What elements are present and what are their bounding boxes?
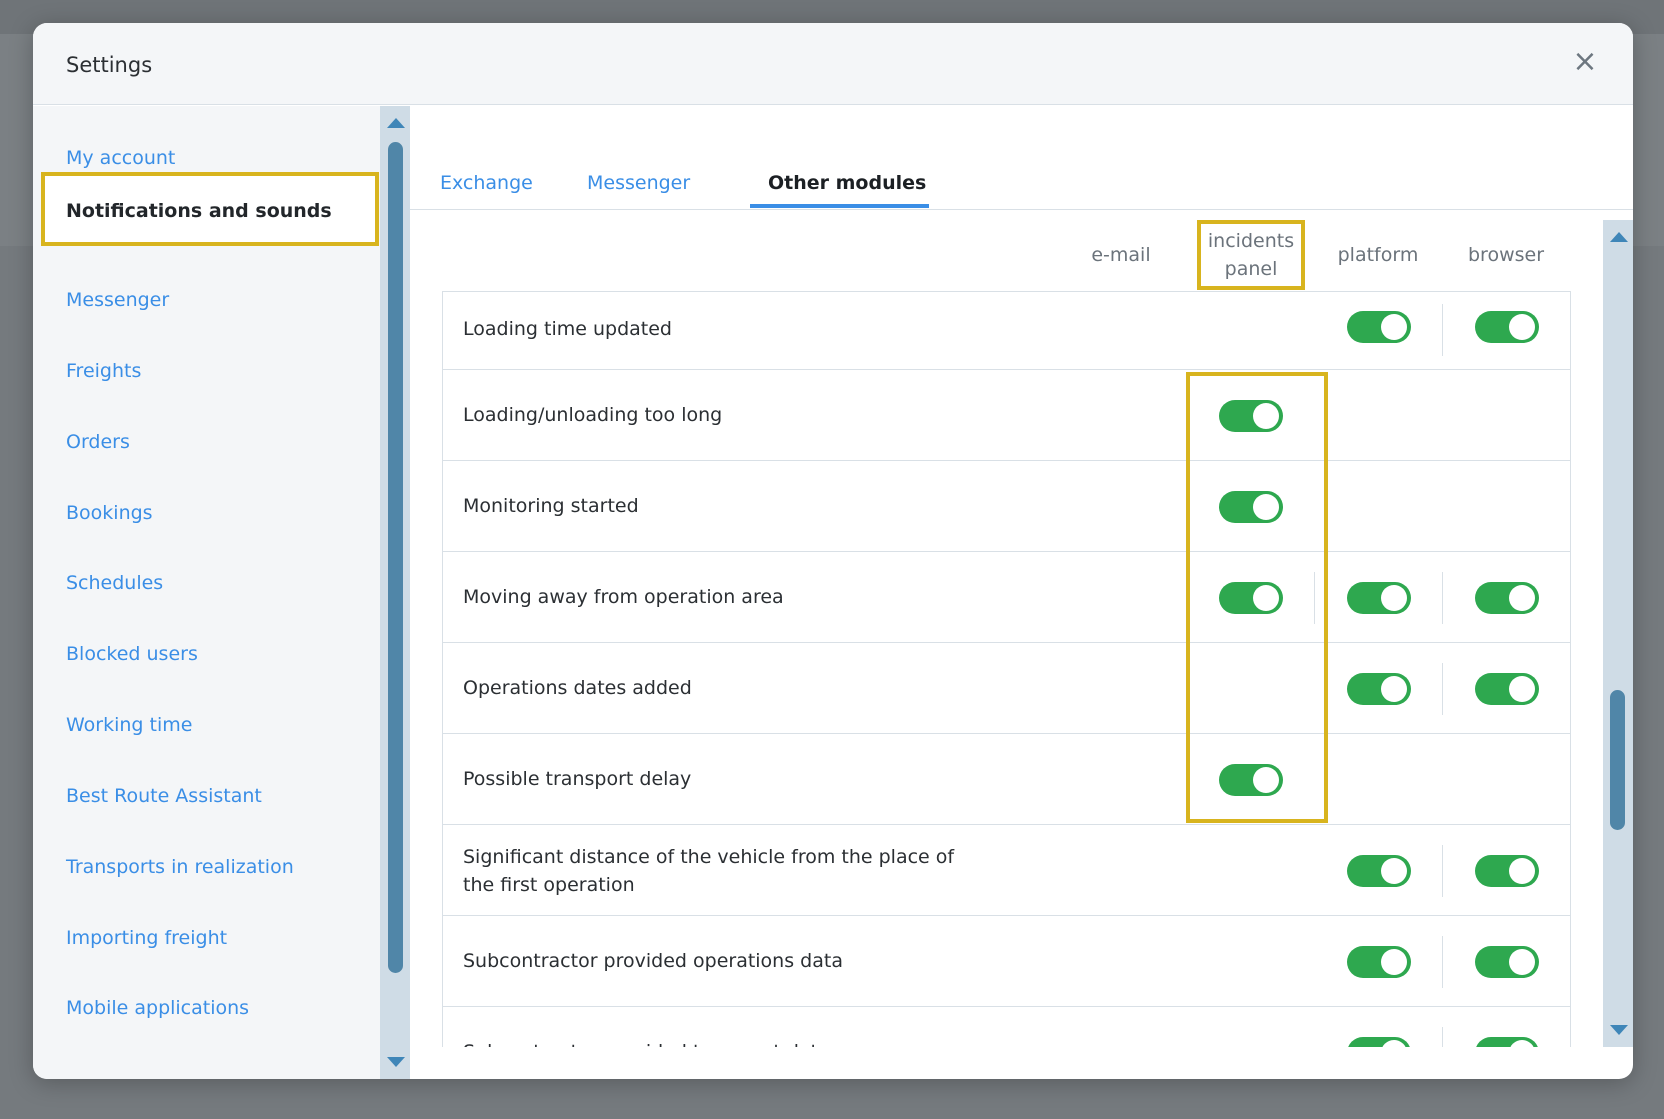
toggle-knob bbox=[1509, 676, 1535, 702]
scroll-up-arrow-icon[interactable] bbox=[387, 118, 405, 128]
scroll-down-arrow-icon[interactable] bbox=[387, 1057, 405, 1067]
toggle-knob bbox=[1509, 585, 1535, 611]
toggle-knob bbox=[1381, 676, 1407, 702]
toggle-knob bbox=[1381, 949, 1407, 975]
table-row: Subcontractor provided operations data bbox=[443, 916, 1570, 1007]
browser-toggle[interactable] bbox=[1475, 855, 1539, 887]
toggle-knob bbox=[1509, 858, 1535, 884]
notifications-table: Loading time updated Loading/unloading t… bbox=[442, 291, 1571, 1047]
incidents-column-highlight bbox=[1186, 372, 1328, 823]
row-label: Subcontractor provided operations data bbox=[463, 950, 843, 972]
platform-toggle[interactable] bbox=[1347, 855, 1411, 887]
platform-toggle[interactable] bbox=[1347, 946, 1411, 978]
browser-toggle[interactable] bbox=[1475, 1037, 1539, 1047]
row-label: Moving away from operation area bbox=[463, 586, 784, 608]
table-row: Moving away from operation area bbox=[443, 552, 1570, 643]
table-row: Loading/unloading too long bbox=[443, 370, 1570, 461]
incidents-header-highlight bbox=[1197, 220, 1305, 290]
row-label: Monitoring started bbox=[463, 495, 639, 517]
platform-toggle[interactable] bbox=[1347, 1037, 1411, 1047]
platform-toggle[interactable] bbox=[1347, 582, 1411, 614]
column-divider bbox=[1442, 845, 1443, 897]
toggle-knob bbox=[1509, 1040, 1535, 1047]
content-scrollbar[interactable] bbox=[1603, 220, 1633, 1047]
sidebar-item-messenger[interactable]: Messenger bbox=[66, 280, 169, 320]
toggle-knob bbox=[1381, 1040, 1407, 1047]
sidebar-item-working-time[interactable]: Working time bbox=[66, 705, 192, 745]
content-scroll-thumb[interactable] bbox=[1610, 690, 1625, 830]
table-row: Loading time updated bbox=[443, 292, 1570, 370]
active-tab-indicator bbox=[750, 204, 929, 208]
sidebar-scrollbar[interactable] bbox=[380, 106, 410, 1079]
column-divider bbox=[1442, 1027, 1443, 1047]
table-row: Significant distance of the vehicle from… bbox=[443, 825, 1570, 916]
row-label: Loading time updated bbox=[463, 318, 672, 340]
column-divider bbox=[1442, 663, 1443, 715]
tab-exchange[interactable]: Exchange bbox=[440, 172, 533, 194]
table-row: Monitoring started bbox=[443, 461, 1570, 552]
table-row: Operations dates added bbox=[443, 643, 1570, 734]
modal-header: Settings × bbox=[33, 23, 1633, 105]
sidebar-item-blocked-users[interactable]: Blocked users bbox=[66, 634, 198, 674]
platform-toggle[interactable] bbox=[1347, 673, 1411, 705]
table-row: Possible transport delay bbox=[443, 734, 1570, 825]
scroll-up-arrow-icon[interactable] bbox=[1610, 232, 1628, 242]
sidebar-item-best-route-assistant[interactable]: Best Route Assistant bbox=[66, 776, 262, 816]
browser-toggle[interactable] bbox=[1475, 673, 1539, 705]
row-label: Significant distance of the vehicle from… bbox=[463, 846, 955, 896]
toggle-knob bbox=[1381, 314, 1407, 340]
settings-tabs: Exchange Messenger Other modules bbox=[410, 106, 1633, 210]
column-header-platform: platform bbox=[1337, 244, 1419, 266]
column-divider bbox=[1442, 936, 1443, 988]
sidebar-item-mobile-applications[interactable]: Mobile applications bbox=[66, 988, 249, 1028]
tab-other-modules[interactable]: Other modules bbox=[768, 172, 926, 194]
tab-messenger[interactable]: Messenger bbox=[587, 172, 690, 194]
sidebar-item-orders[interactable]: Orders bbox=[66, 422, 130, 462]
row-label: Loading/unloading too long bbox=[463, 404, 723, 426]
platform-toggle[interactable] bbox=[1347, 311, 1411, 343]
sidebar-item-freights[interactable]: Freights bbox=[66, 351, 141, 391]
sidebar-item-schedules[interactable]: Schedules bbox=[66, 563, 163, 603]
sidebar-scroll-thumb[interactable] bbox=[388, 142, 403, 973]
toggle-knob bbox=[1381, 585, 1407, 611]
close-icon[interactable]: × bbox=[1570, 47, 1600, 77]
browser-toggle[interactable] bbox=[1475, 311, 1539, 343]
toggle-knob bbox=[1509, 314, 1535, 340]
table-row: Subcontractor provided transport data bbox=[443, 1007, 1570, 1047]
settings-sidebar: My account Notifications and sounds Mess… bbox=[33, 106, 380, 1079]
modal-title: Settings bbox=[66, 53, 153, 77]
row-label: Subcontractor provided transport data bbox=[463, 1038, 983, 1047]
sidebar-item-transports-in-realization[interactable]: Transports in realization bbox=[66, 847, 294, 887]
browser-toggle[interactable] bbox=[1475, 582, 1539, 614]
sidebar-item-bookings[interactable]: Bookings bbox=[66, 493, 153, 533]
scroll-down-arrow-icon[interactable] bbox=[1610, 1025, 1628, 1035]
sidebar-item-importing-freight[interactable]: Importing freight bbox=[66, 918, 227, 958]
column-header-email: e-mail bbox=[1091, 244, 1151, 266]
column-header-browser: browser bbox=[1467, 244, 1545, 266]
column-divider bbox=[1442, 572, 1443, 624]
browser-toggle[interactable] bbox=[1475, 946, 1539, 978]
toggle-knob bbox=[1509, 949, 1535, 975]
sidebar-item-notifications-and-sounds[interactable]: Notifications and sounds bbox=[41, 172, 379, 246]
toggle-knob bbox=[1381, 858, 1407, 884]
row-label: Possible transport delay bbox=[463, 768, 692, 790]
row-label: Operations dates added bbox=[463, 677, 692, 699]
column-divider bbox=[1442, 304, 1443, 356]
